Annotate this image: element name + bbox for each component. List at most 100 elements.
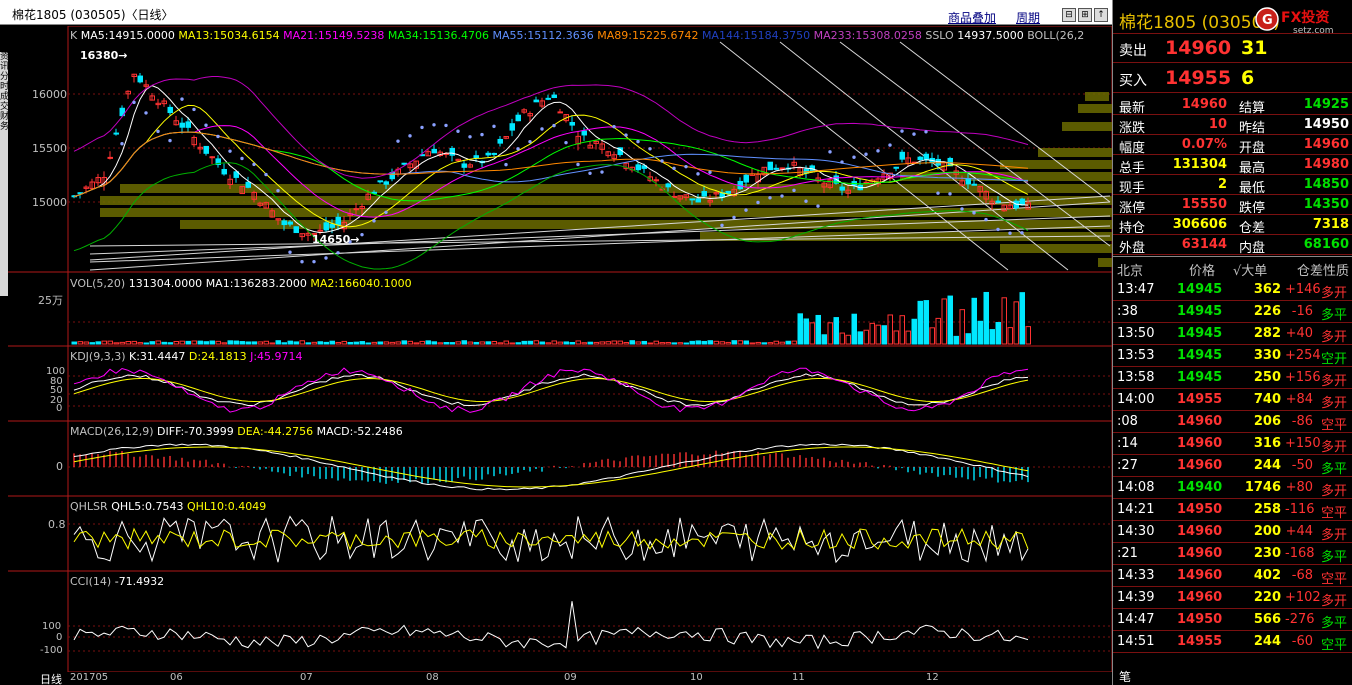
tick-diff: +150 (1285, 436, 1321, 451)
left-tab-trade[interactable]: 成交 (0, 92, 9, 112)
sar-dot (996, 227, 1000, 232)
sar-dot (660, 159, 664, 163)
ma-legend-item-9: 14937.5000 (957, 29, 1028, 42)
candle-body (695, 198, 701, 203)
candle-body (689, 198, 695, 201)
tick-row[interactable]: 14:30 14960 200 +44 多开 (1113, 521, 1352, 543)
volume-bar (371, 341, 377, 345)
candle-body (545, 97, 551, 100)
tick-row[interactable]: 14:51 14955 244 -60 空平 (1113, 631, 1352, 653)
tick-price: 14960 (1177, 568, 1223, 583)
ma-legend-item-4: MA55:15112.3636 (492, 29, 598, 42)
kdj-tick-0: 0 (56, 403, 63, 414)
candle-body (995, 200, 1001, 203)
tick-row[interactable]: :38 14945 226 -16 多平 (1113, 301, 1352, 323)
volume-bar (119, 341, 125, 345)
chart-area[interactable]: 资讯 分时 成交 财务 K MA5:14915.0000 MA13:15034.… (0, 26, 1112, 672)
left-tab-finance[interactable]: 财务 (0, 112, 9, 132)
scroll-up-button[interactable]: ↑ (1094, 8, 1108, 22)
tick-kind: 多开 (1321, 528, 1348, 543)
ticks-header: 北京 价格 √大单 仓差 性质 (1117, 264, 1350, 279)
bottom-tab[interactable]: 笔 (1119, 668, 1131, 685)
tick-row[interactable]: 14:00 14955 740 +84 多开 (1113, 389, 1352, 411)
tick-row[interactable]: 13:50 14945 282 +40 多开 (1113, 323, 1352, 345)
tick-vol: 316 (1253, 436, 1281, 451)
volume-bar (521, 340, 527, 345)
sar-dot (372, 219, 376, 223)
tick-row[interactable]: 13:47 14945 362 +146 多开 (1113, 279, 1352, 301)
volume-bar (923, 300, 929, 345)
tick-diff: -276 (1285, 612, 1315, 627)
tick-row[interactable]: 14:33 14960 402 -68 空平 (1113, 565, 1352, 587)
volume-bar (191, 340, 197, 345)
tick-row[interactable]: 13:58 14945 250 +156 多开 (1113, 367, 1352, 389)
volume-bar (647, 342, 653, 345)
candle-body (923, 153, 929, 161)
quote-value: 131304 (1172, 157, 1227, 172)
zoom-out-button[interactable]: ⊟ (1062, 8, 1076, 22)
tick-kind: 多平 (1321, 550, 1348, 565)
volume-bar (893, 330, 899, 345)
volume-profile-bar (100, 208, 1112, 217)
brand-logo: G FX投资 setz.com (1253, 4, 1349, 36)
zoom-in-button[interactable]: ⊞ (1078, 8, 1092, 22)
volume-bar (245, 341, 251, 345)
tick-diff: -86 (1291, 414, 1313, 429)
candle-body (635, 164, 641, 171)
sar-dot (720, 223, 724, 228)
volume-bar (293, 341, 299, 345)
tick-row[interactable]: :14 14960 316 +150 多开 (1113, 433, 1352, 455)
left-tab-news[interactable]: 资讯 (0, 52, 9, 72)
ma-legend-item-1: MA13:15034.6154 (178, 29, 284, 42)
tick-time: :08 (1117, 414, 1138, 429)
cci-legend-item-1: -71.4932 (114, 575, 165, 588)
volume-bar (833, 317, 839, 345)
sar-dot (828, 150, 832, 154)
volume-bar (587, 341, 593, 345)
sar-dot (792, 188, 796, 193)
x-label-10: 10 (690, 672, 703, 683)
volume-bar (137, 342, 143, 345)
sar-dot (636, 139, 640, 144)
tick-row[interactable]: :08 14960 206 -86 空平 (1113, 411, 1352, 433)
kline-chart[interactable] (0, 26, 1112, 672)
period-link[interactable]: 周期 (1016, 9, 1040, 26)
tick-row[interactable]: 13:53 14945 330 +254 空开 (1113, 345, 1352, 367)
sar-dot (408, 134, 412, 138)
volume-bar (107, 340, 113, 345)
volume-bar (287, 340, 293, 345)
volume-bar (965, 333, 971, 345)
volume-bar (389, 341, 395, 345)
tick-price: 14945 (1177, 348, 1223, 363)
brand-logo-text: FX投资 (1281, 9, 1329, 26)
macd-legend-item-0: MACD(26,12,9) (70, 425, 158, 438)
candle-body (461, 163, 467, 168)
volume-bar (773, 340, 779, 345)
sar-dot (252, 162, 256, 167)
tick-vol: 250 (1253, 370, 1281, 385)
tick-row[interactable]: 14:21 14950 258 -116 空平 (1113, 499, 1352, 521)
tick-vol: 206 (1253, 414, 1281, 429)
tick-row[interactable]: :21 14960 230 -168 多平 (1113, 543, 1352, 565)
tick-row[interactable]: 14:08 14940 1746 +80 多开 (1113, 477, 1352, 499)
volume-bar (479, 341, 485, 345)
macd-tick-0: 0 (56, 460, 63, 473)
candle-body (509, 123, 515, 131)
quote-value: 7318 (1312, 217, 1349, 232)
overlay-commodity-link[interactable]: 商品叠加 (948, 9, 996, 26)
sar-dot (396, 139, 400, 143)
tick-row[interactable]: :27 14960 244 -50 多平 (1113, 455, 1352, 477)
volume-bar (509, 342, 515, 345)
sar-dot (516, 147, 520, 151)
volume-bar (767, 342, 773, 345)
left-tab-strip[interactable]: 资讯 分时 成交 财务 (0, 52, 9, 296)
volume-bar (419, 340, 425, 345)
sar-dot (1020, 231, 1024, 235)
volume-bar (605, 341, 611, 345)
tick-time: 14:08 (1117, 480, 1155, 495)
left-tab-minute[interactable]: 分时 (0, 72, 9, 92)
candle-body (209, 156, 215, 159)
tick-row[interactable]: 14:39 14960 220 +102 多开 (1113, 587, 1352, 609)
tick-row[interactable]: 14:47 14950 566 -276 多平 (1113, 609, 1352, 631)
candle-body (533, 99, 539, 103)
